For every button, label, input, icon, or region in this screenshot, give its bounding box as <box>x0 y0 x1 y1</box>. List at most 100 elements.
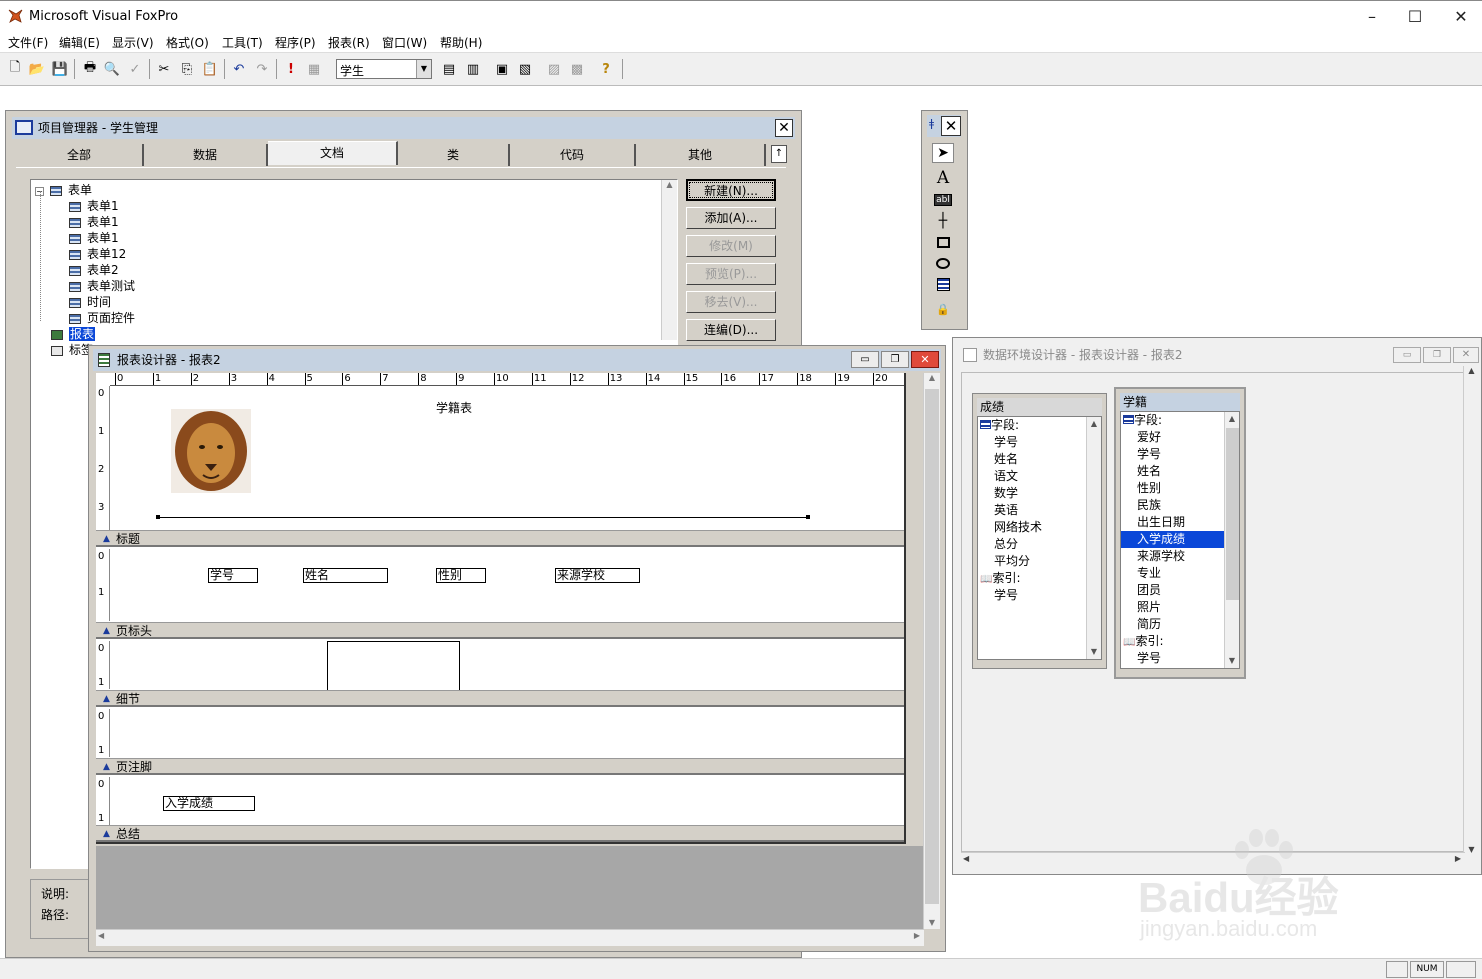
field-item[interactable]: 学号 <box>1121 446 1239 463</box>
tree-item[interactable]: 表单1 <box>69 197 119 214</box>
table-students[interactable]: 学籍 字段: 爱好 学号 姓名 性别 民族 出生日期 入学成绩 来源学校 专业 … <box>1114 387 1246 679</box>
band-page-header[interactable]: 页标头 <box>96 622 904 639</box>
open-folder-icon[interactable]: 📂 <box>26 58 48 80</box>
band-title[interactable]: 标题 <box>96 530 904 547</box>
close-icon[interactable]: ✕ <box>1453 347 1479 363</box>
table-scores-title[interactable]: 成绩 <box>977 398 1102 416</box>
tree-item[interactable]: 页面控件 <box>69 309 135 326</box>
tab-other[interactable]: 其他 <box>636 144 766 166</box>
picture-tool-icon[interactable] <box>932 274 954 294</box>
lion-picture[interactable] <box>171 409 251 493</box>
save-icon[interactable]: 💾 <box>49 58 71 80</box>
scroll-up-icon[interactable]: ▲ <box>1087 417 1101 431</box>
autoreport-icon[interactable]: ▩ <box>566 58 588 80</box>
print-preview-icon[interactable]: 🔍 <box>101 58 123 80</box>
band-page-footer[interactable]: 页注脚 <box>96 758 904 775</box>
menu-file[interactable]: 文件(F) <box>8 34 48 51</box>
cut-icon[interactable]: ✂ <box>153 58 175 80</box>
detail-rectangle[interactable] <box>327 641 460 690</box>
table-students-scrollbar[interactable]: ▲ ▼ <box>1224 412 1239 668</box>
menu-view[interactable]: 显示(V) <box>112 34 154 51</box>
field-item[interactable]: 出生日期 <box>1121 514 1239 531</box>
menu-program[interactable]: 程序(P) <box>275 34 316 51</box>
rounded-rect-tool-icon[interactable] <box>932 253 954 273</box>
tree-labels-node[interactable]: 标签 <box>51 341 93 358</box>
tab-docs[interactable]: 文档 <box>268 141 398 165</box>
restore-icon[interactable]: ❐ <box>881 351 909 368</box>
menu-format[interactable]: 格式(O) <box>166 34 209 51</box>
header-field-label[interactable]: 姓名 <box>303 568 388 583</box>
command-window-icon[interactable]: ▤ <box>438 58 460 80</box>
tree-reports-node[interactable]: 报表 <box>51 325 96 342</box>
scroll-down-icon[interactable]: ▼ <box>1225 654 1239 668</box>
tree-item[interactable]: 表单1 <box>69 213 119 230</box>
report-vscrollbar[interactable]: ▲ ▼ <box>923 373 940 929</box>
form-wizard-icon[interactable]: ▣ <box>491 58 513 80</box>
header-field-label[interactable]: 性别 <box>436 568 486 583</box>
tree-item[interactable]: 时间 <box>69 293 111 310</box>
field-item[interactable]: 语文 <box>978 468 1101 485</box>
modify-button[interactable]: 修改(M) <box>686 235 776 257</box>
tree-forms-node[interactable]: − 表单 <box>35 181 92 198</box>
minimize-icon[interactable]: ▭ <box>851 351 879 368</box>
field-item[interactable]: 团员 <box>1121 582 1239 599</box>
field-item[interactable]: 学号 <box>978 434 1101 451</box>
close-icon[interactable]: ✕ <box>911 351 939 368</box>
menu-help[interactable]: 帮助(H) <box>440 34 482 51</box>
modify-form-icon[interactable]: ▦ <box>303 58 325 80</box>
add-button[interactable]: 添加(A)... <box>686 207 776 229</box>
table-scores-scrollbar[interactable]: ▲ ▼ <box>1086 417 1101 659</box>
tab-all[interactable]: 全部 <box>16 144 144 166</box>
field-tool-icon[interactable]: abl <box>932 190 954 210</box>
build-button[interactable]: 连编(D)... <box>686 319 776 341</box>
field-item-selected[interactable]: 入学成绩 <box>1121 531 1224 548</box>
line-tool-icon[interactable]: ┼ <box>932 211 954 231</box>
copy-icon[interactable]: ⎘ <box>176 58 198 80</box>
paste-icon[interactable]: 📋 <box>199 58 221 80</box>
table-students-title[interactable]: 学籍 <box>1120 393 1240 411</box>
field-item[interactable]: 性别 <box>1121 480 1239 497</box>
scroll-down-icon[interactable]: ▼ <box>1087 645 1101 659</box>
data-env-vscrollbar[interactable]: ▲ ▼ <box>1463 366 1479 856</box>
new-button[interactable]: 新建(N)... <box>686 179 776 201</box>
field-item[interactable]: 照片 <box>1121 599 1239 616</box>
table-scores[interactable]: 成绩 字段: 学号 姓名 语文 数学 英语 网络技术 总分 平均分 📖索引: 学… <box>972 393 1107 669</box>
band-detail[interactable]: 细节 <box>96 690 904 707</box>
remove-button[interactable]: 移去(V)... <box>686 291 776 313</box>
help-icon[interactable]: ? <box>595 58 617 80</box>
close-icon[interactable]: ✕ <box>775 119 793 137</box>
scroll-thumb[interactable] <box>1226 428 1239 600</box>
new-file-icon[interactable]: 🗋 <box>4 58 26 80</box>
menu-window[interactable]: 窗口(W) <box>382 34 427 51</box>
report-hscrollbar[interactable]: ◀ ▶ <box>96 929 924 946</box>
field-item[interactable]: 姓名 <box>978 451 1101 468</box>
field-item[interactable]: 简历 <box>1121 616 1239 633</box>
collapse-arrow-icon[interactable]: ↑ <box>771 145 787 163</box>
tree-item[interactable]: 表单12 <box>69 245 126 262</box>
header-field-label[interactable]: 学号 <box>208 568 258 583</box>
band-summary[interactable]: 总结 <box>96 825 904 842</box>
tab-classes[interactable]: 类 <box>398 144 510 166</box>
minimize-button[interactable]: – <box>1362 7 1382 27</box>
menu-edit[interactable]: 编辑(E) <box>59 34 100 51</box>
summary-field-label[interactable]: 入学成绩 <box>163 796 255 811</box>
field-item[interactable]: 爱好 <box>1121 429 1239 446</box>
field-item[interactable]: 民族 <box>1121 497 1239 514</box>
header-field-label[interactable]: 来源学校 <box>555 568 640 583</box>
report-wizard-icon[interactable]: ▧ <box>514 58 536 80</box>
menu-tools[interactable]: 工具(T) <box>222 34 263 51</box>
index-item[interactable]: 学号 <box>978 587 1101 604</box>
lock-tool-icon[interactable]: 🔒 <box>932 299 954 319</box>
tree-item[interactable]: 表单测试 <box>69 277 135 294</box>
field-item[interactable]: 网络技术 <box>978 519 1101 536</box>
scroll-up-icon[interactable]: ▲ <box>1225 412 1239 426</box>
maximize-button[interactable]: ☐ <box>1405 7 1425 27</box>
field-item[interactable]: 专业 <box>1121 565 1239 582</box>
tree-item[interactable]: 表单2 <box>69 261 119 278</box>
label-tool-icon[interactable]: A <box>932 168 954 188</box>
field-item[interactable]: 数学 <box>978 485 1101 502</box>
field-item[interactable]: 姓名 <box>1121 463 1239 480</box>
table-students-list[interactable]: 字段: 爱好 学号 姓名 性别 民族 出生日期 入学成绩 来源学校 专业 团员 … <box>1120 411 1240 669</box>
table-scores-list[interactable]: 字段: 学号 姓名 语文 数学 英语 网络技术 总分 平均分 📖索引: 学号 ▲… <box>977 416 1102 660</box>
field-item[interactable]: 平均分 <box>978 553 1101 570</box>
